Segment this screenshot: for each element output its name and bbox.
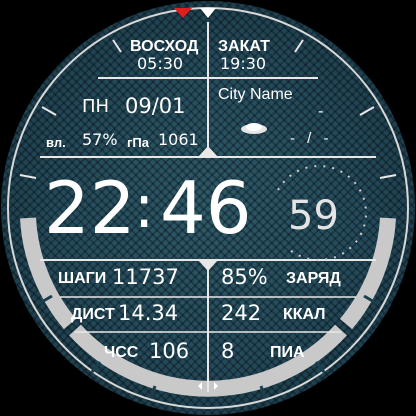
humidity-value: 57% bbox=[82, 130, 118, 149]
time-minutes: 46 bbox=[160, 166, 252, 250]
marker-center-up bbox=[198, 146, 218, 157]
city-name: City Name bbox=[218, 86, 293, 103]
battery-value: 85% bbox=[221, 265, 268, 289]
watch-face: ВОСХОД 05:30 ЗАКАТ 19:30 City Name ПН 09… bbox=[0, 0, 416, 416]
sunrise-label: ВОСХОД bbox=[130, 38, 199, 55]
weather-temp: - bbox=[318, 103, 324, 120]
sunrise-time: 05:30 bbox=[137, 54, 184, 73]
pressure-label: гПа bbox=[127, 135, 149, 150]
weekday: ПН bbox=[82, 96, 110, 117]
distance-label: ДИСТ bbox=[71, 306, 115, 323]
marker-top-red bbox=[174, 8, 192, 18]
pai-label: ПИА bbox=[270, 344, 305, 361]
heart-rate-value: 106 bbox=[149, 339, 190, 363]
time-hours: 22 bbox=[44, 166, 136, 250]
marker-top-white bbox=[200, 8, 216, 18]
sunset-time: 19:30 bbox=[220, 54, 267, 73]
sunset-label: ЗАКАТ bbox=[218, 38, 270, 55]
battery-label: ЗАРЯД bbox=[286, 270, 341, 287]
steps-label: ШАГИ bbox=[58, 270, 107, 287]
heart-rate-label: ЧСС bbox=[104, 344, 139, 361]
date-value: 09/01 bbox=[125, 94, 186, 118]
time-separator: : bbox=[134, 172, 155, 242]
pressure-value: 1061 bbox=[158, 130, 199, 149]
cloud-icon bbox=[241, 123, 267, 134]
pai-value: 8 bbox=[221, 339, 235, 363]
calories-label: ККАЛ bbox=[283, 306, 326, 323]
steps-value: 11737 bbox=[112, 265, 179, 289]
calories-value: 242 bbox=[221, 301, 262, 325]
marker-center-down bbox=[198, 260, 218, 271]
time-seconds: 59 bbox=[288, 193, 339, 239]
distance-value: 14.34 bbox=[118, 301, 179, 325]
humidity-label: вл. bbox=[46, 135, 66, 150]
weather-range: - / - bbox=[290, 130, 333, 147]
